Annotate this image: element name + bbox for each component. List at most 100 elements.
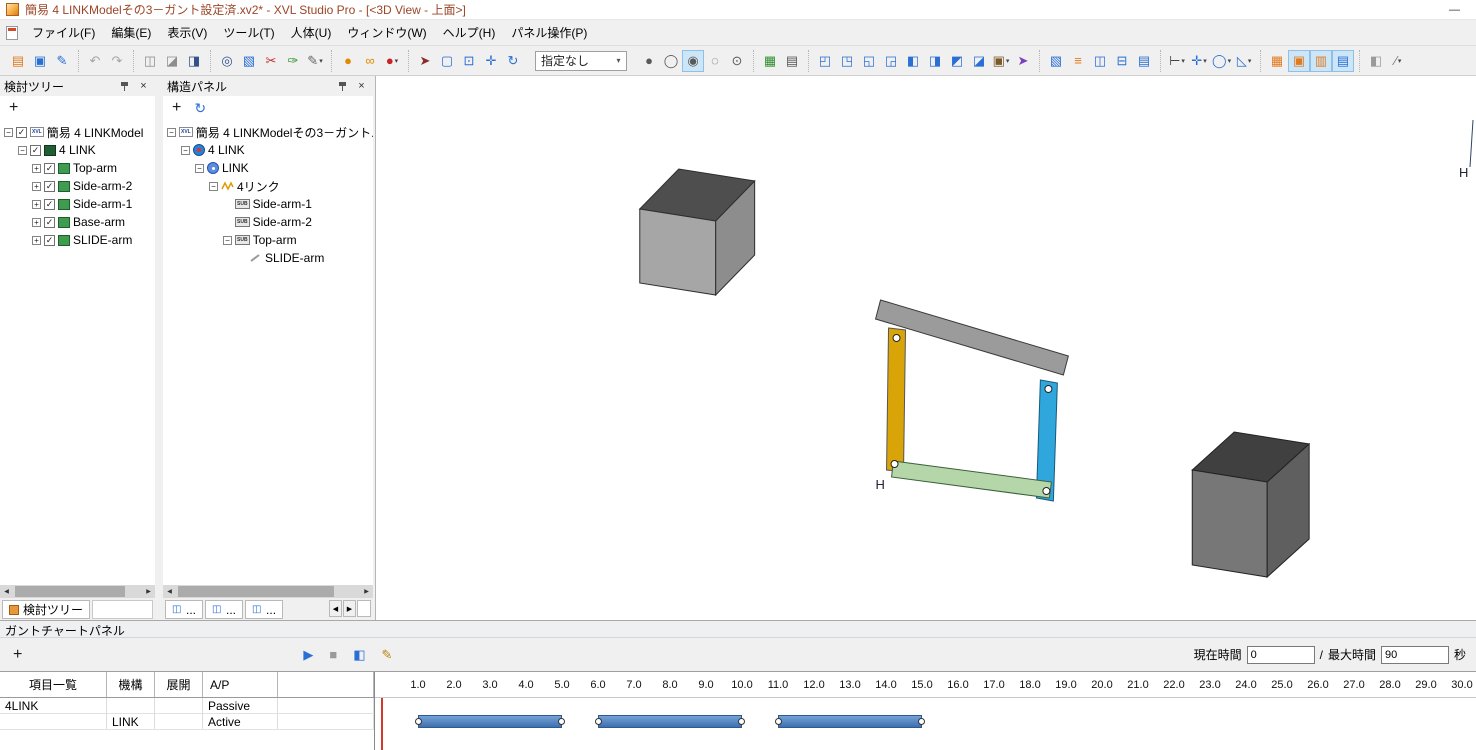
expand-icon[interactable]: + (32, 218, 41, 227)
gantt-panel-icon[interactable]: ▤ (1332, 50, 1354, 72)
gantt-bar[interactable] (418, 715, 562, 728)
gantt-add-button[interactable]: + (10, 647, 25, 663)
menu-edit[interactable]: 編集(E) (103, 20, 159, 45)
collapse-icon[interactable]: − (167, 128, 176, 137)
expand-icon[interactable]: + (32, 164, 41, 173)
menu-window[interactable]: ウィンドウ(W) (339, 20, 434, 45)
tree-item[interactable]: +✓Base-arm (0, 213, 155, 231)
joint-circle[interactable] (1045, 386, 1052, 393)
menu-help[interactable]: ヘルプ(H) (435, 20, 504, 45)
tree-item[interactable]: −XVL簡易 4 LINKModelその3－ガント... (163, 123, 373, 141)
close-icon[interactable]: × (354, 79, 369, 94)
snapshot-icon[interactable]: ▧ (238, 50, 260, 72)
import-icon[interactable]: ◪ (161, 50, 183, 72)
collapse-icon[interactable]: − (209, 182, 218, 191)
bar-handle-start[interactable] (415, 718, 422, 725)
view-back-icon[interactable]: ◳ (836, 50, 858, 72)
undo-icon[interactable]: ↶ (84, 50, 106, 72)
stop-button[interactable]: ■ (329, 648, 337, 661)
pick-color-icon[interactable]: ✑ (282, 50, 304, 72)
draw-line-icon[interactable]: ∕▾ (1387, 50, 1409, 72)
tree-item[interactable]: −✓4 LINK (0, 141, 155, 159)
gantt-chart[interactable]: 1.02.03.04.05.06.07.08.09.010.011.012.01… (375, 672, 1476, 750)
scroll-left-icon[interactable]: ◀ (163, 585, 176, 598)
bar-handle-end[interactable] (558, 718, 565, 725)
view-bottom-icon[interactable]: ◨ (924, 50, 946, 72)
tab-study-tree[interactable]: 検討ツリー (2, 600, 90, 619)
measure-icon[interactable]: ⊢▾ (1166, 50, 1188, 72)
bar-handle-start[interactable] (595, 718, 602, 725)
cut-icon[interactable]: ✂ (260, 50, 282, 72)
viewport-3d[interactable]: H H (375, 76, 1476, 620)
find-icon[interactable]: ◎ (216, 50, 238, 72)
table-row[interactable]: 4LINK Passive (0, 698, 374, 714)
menu-human[interactable]: 人体(U) (283, 20, 340, 45)
menu-tools[interactable]: ツール(T) (215, 20, 282, 45)
tab-structure-2[interactable]: ◫ ... (205, 600, 243, 619)
link-point-icon[interactable]: ∞ (359, 50, 381, 72)
visibility-checkbox[interactable]: ✓ (16, 127, 27, 138)
visibility-checkbox[interactable]: ✓ (44, 181, 55, 192)
view-left-icon[interactable]: ◱ (858, 50, 880, 72)
wireframe-icon[interactable]: ◯ (660, 50, 682, 72)
visibility-checkbox[interactable]: ✓ (44, 163, 55, 174)
split-horizontal-icon[interactable]: ◫ (1089, 50, 1111, 72)
translucent-icon[interactable]: ⊙ (726, 50, 748, 72)
camera-move-icon[interactable]: ➤ (1012, 50, 1034, 72)
expand-icon[interactable]: + (32, 200, 41, 209)
current-time-input[interactable] (1247, 646, 1315, 664)
pick-arrow-icon[interactable]: ➤ (414, 50, 436, 72)
scroll-left-icon[interactable]: ◀ (0, 585, 13, 598)
time-cursor[interactable] (381, 698, 383, 750)
view-right-icon[interactable]: ◲ (880, 50, 902, 72)
tab-next-icon[interactable]: ▶ (343, 600, 356, 617)
tree-item[interactable]: −4リンク (163, 177, 373, 195)
bar-handle-end[interactable] (738, 718, 745, 725)
circle-tool-icon[interactable]: ◯▾ (1210, 50, 1233, 72)
collapse-icon[interactable]: − (223, 236, 232, 245)
redo-icon[interactable]: ↷ (106, 50, 128, 72)
cube-left[interactable] (640, 169, 755, 295)
view-axono-icon[interactable]: ◪ (968, 50, 990, 72)
collapse-icon[interactable]: − (18, 146, 27, 155)
view-cube-icon[interactable]: ▣▾ (990, 50, 1012, 72)
visibility-checkbox[interactable]: ✓ (44, 235, 55, 246)
point-icon[interactable]: ● (337, 50, 359, 72)
horizontal-scrollbar[interactable]: ◀ ▶ (163, 585, 373, 598)
tree-item[interactable]: +✓Side-arm-1 (0, 195, 155, 213)
view-iso-icon[interactable]: ◩ (946, 50, 968, 72)
animation-edit-icon[interactable]: ✎ (382, 648, 393, 661)
frame-select-icon[interactable]: ⊡ (458, 50, 480, 72)
target-select[interactable]: 指定なし ▾ (535, 51, 627, 71)
horizontal-scrollbar[interactable]: ◀ ▶ (0, 585, 155, 598)
joint-circle[interactable] (1043, 488, 1050, 495)
print-preview-icon[interactable]: ▧ (1045, 50, 1067, 72)
tab-prev-icon[interactable]: ◀ (329, 600, 342, 617)
study-panel-icon[interactable]: ▥ (1310, 50, 1332, 72)
collapse-icon[interactable]: − (4, 128, 13, 137)
select-window-icon[interactable]: ▣ (29, 50, 51, 72)
edit-window-icon[interactable]: ✎ (51, 50, 73, 72)
cube-right[interactable] (1192, 432, 1309, 577)
animation-record-icon[interactable]: ◧ (353, 648, 365, 661)
window-new-icon[interactable]: ▤ (7, 50, 29, 72)
hierarchy-icon[interactable]: ≡ (1067, 50, 1089, 72)
visibility-checkbox[interactable]: ✓ (44, 199, 55, 210)
shade-toggle-icon[interactable]: ◧ (1365, 50, 1387, 72)
combo-dropdown-icon[interactable]: ▾ (611, 56, 626, 65)
bar-handle-end[interactable] (918, 718, 925, 725)
expand-icon[interactable]: + (32, 182, 41, 191)
graph-tool-icon[interactable]: ◺▾ (1233, 50, 1255, 72)
tree-item[interactable]: SUBSide-arm-1 (163, 195, 373, 213)
joint-circle[interactable] (891, 461, 898, 468)
tree-item[interactable]: −✓XVL簡易 4 LINKModel (0, 123, 155, 141)
zoom-window-icon[interactable]: ▢ (436, 50, 458, 72)
refresh-icon[interactable]: ↻ (194, 101, 206, 115)
scroll-thumb[interactable] (15, 586, 125, 597)
orbit-icon[interactable]: ↻ (502, 50, 524, 72)
gantt-bar[interactable] (778, 715, 922, 728)
tab-structure-1[interactable]: ◫ ... (165, 600, 203, 619)
pen-icon[interactable]: ✎▾ (304, 50, 326, 72)
tab-structure-3[interactable]: ◫ ... (245, 600, 283, 619)
table-row[interactable]: LINK Active (0, 714, 374, 730)
